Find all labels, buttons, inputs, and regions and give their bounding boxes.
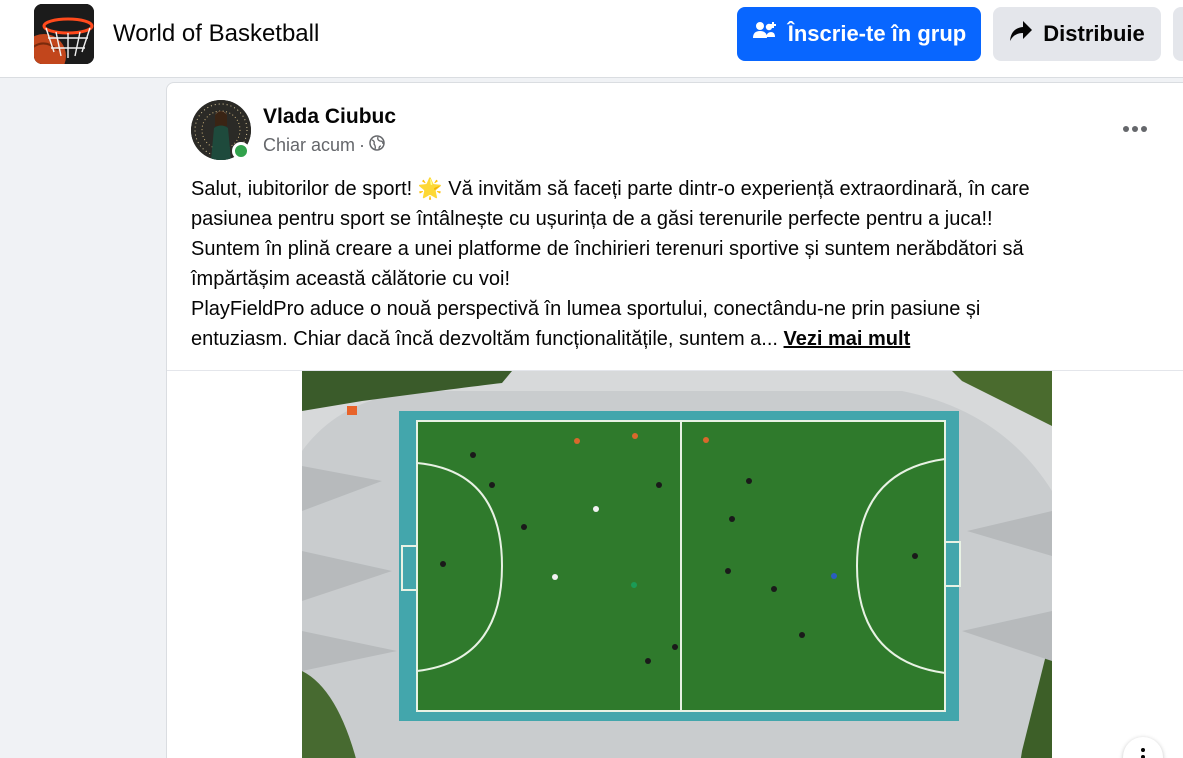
dot-icon <box>1132 126 1138 132</box>
dot-icon <box>1141 748 1145 752</box>
share-button[interactable]: Distribuie <box>993 7 1161 61</box>
group-header: World of Basketball Înscrie-te în grup D… <box>0 0 1183 78</box>
post-timestamp[interactable]: Chiar acum <box>263 135 355 156</box>
post-author-name[interactable]: Vlada Ciubuc <box>263 105 396 129</box>
post-text-line: împărtășim această călătorie cu voi! <box>191 268 511 290</box>
share-arrow-icon <box>1009 20 1033 48</box>
post-text: Salut, iubitorilor de sport! 🌟 Vă invită… <box>191 174 1151 354</box>
dot-icon <box>1123 126 1129 132</box>
post-photo[interactable] <box>302 371 1052 758</box>
group-title[interactable]: World of Basketball <box>113 20 319 48</box>
post-text-line: Salut, iubitorilor de sport! 🌟 Vă invită… <box>191 178 1030 200</box>
post-text-line: PlayFieldPro aduce o nouă perspectivă în… <box>191 298 981 320</box>
post-text-line: Suntem în plină creare a unei platforme … <box>191 238 1024 260</box>
see-more-link[interactable]: Vezi mai mult <box>784 328 911 350</box>
group-people-icon <box>752 20 778 48</box>
join-group-label: Înscrie-te în grup <box>787 21 967 46</box>
dot-icon <box>1141 126 1147 132</box>
post-card: Vlada Ciubuc Chiar acum · Salut, iubitor… <box>166 82 1183 758</box>
globe-icon <box>369 135 385 156</box>
post-options-button[interactable] <box>1117 111 1153 147</box>
post-text-line: pasiunea pentru sport se întâlnește cu u… <box>191 208 993 230</box>
group-logo[interactable] <box>34 4 94 64</box>
meta-separator: · <box>359 135 366 155</box>
online-status-indicator <box>232 142 250 160</box>
post-text-line: entuziasm. Chiar dacă încă dezvoltăm fun… <box>191 328 778 350</box>
post-meta: Chiar acum · <box>263 135 385 156</box>
join-group-button[interactable]: Înscrie-te în grup <box>737 7 981 61</box>
more-options-button[interactable] <box>1173 7 1183 61</box>
share-label: Distribuie <box>1043 21 1145 46</box>
post-text-line-last: entuziasm. Chiar dacă încă dezvoltăm fun… <box>191 324 1151 354</box>
